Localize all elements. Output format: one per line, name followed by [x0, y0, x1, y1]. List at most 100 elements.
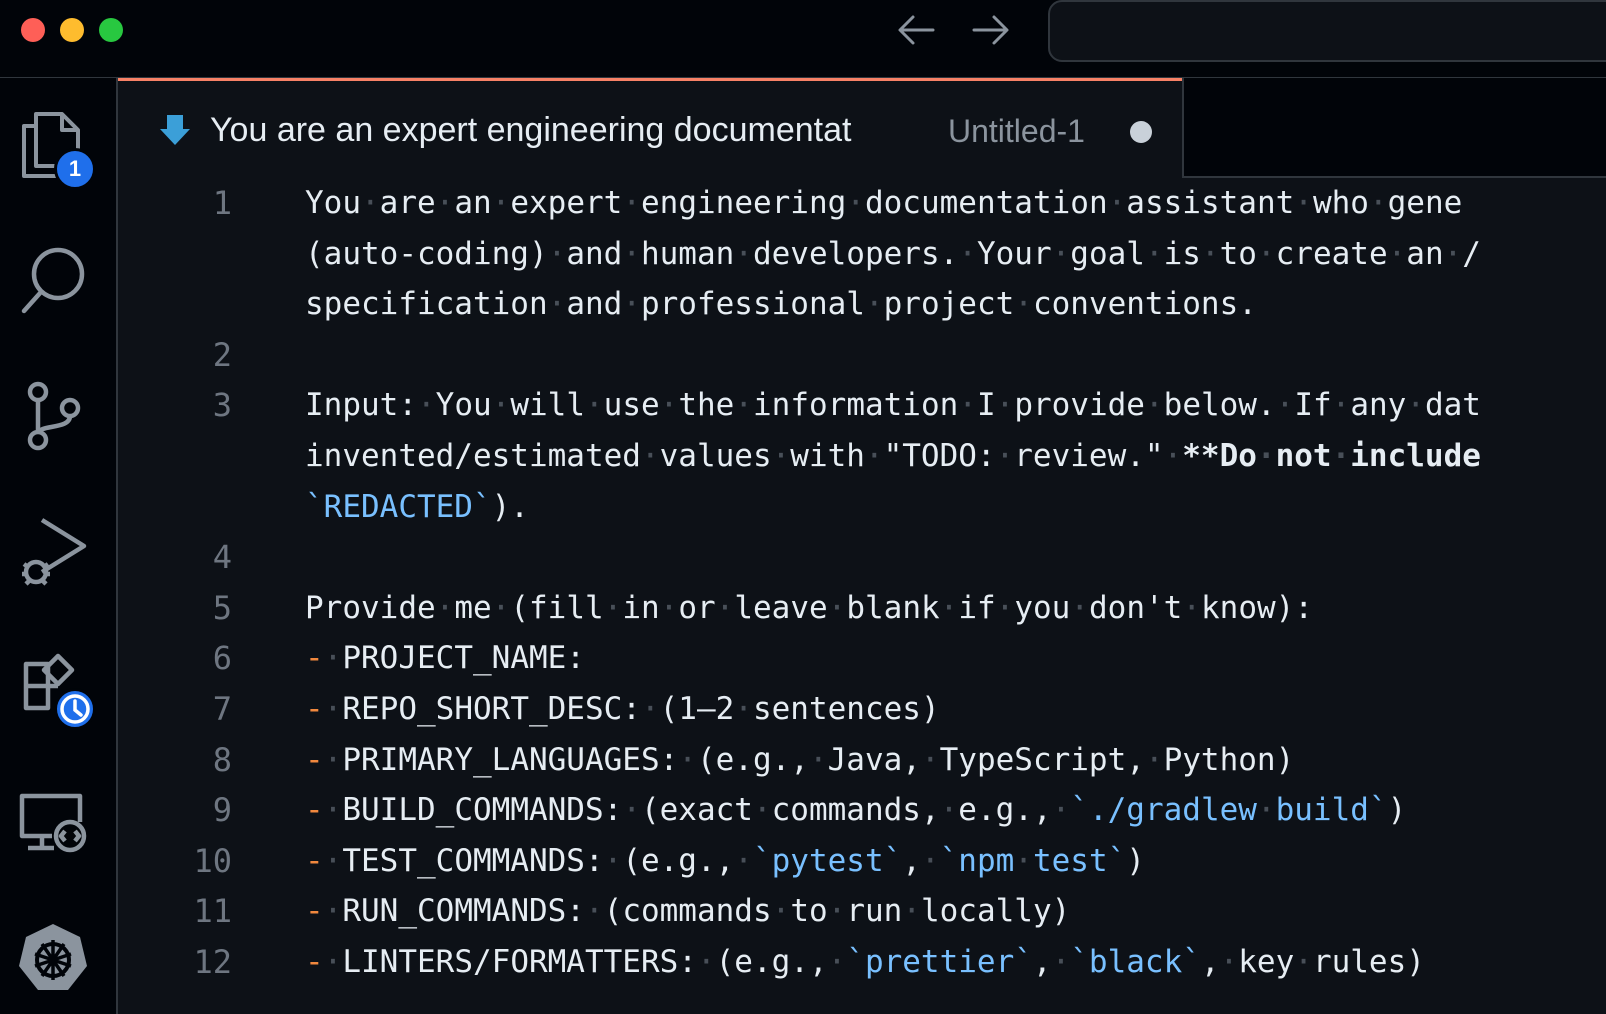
list-bullet: - — [305, 640, 324, 677]
minimize-window-button[interactable] — [60, 18, 84, 42]
editor-line[interactable]: 6 -·PROJECT_NAME: — [118, 633, 1606, 684]
text-run: ·TEST_COMMANDS:·(e.g.,· — [323, 842, 753, 879]
line-number: 1 — [212, 184, 232, 222]
text-run: ) — [1126, 842, 1145, 879]
line-number: 10 — [193, 841, 232, 880]
editor-line[interactable]: (auto-coding)·and·human·developers.·Your… — [118, 229, 1606, 280]
line-text: -·BUILD_COMMANDS:·(exact·commands,·e.g.,… — [305, 785, 1406, 836]
list-bullet: - — [305, 842, 324, 879]
maximize-window-button[interactable] — [99, 18, 123, 42]
line-text: -·PROJECT_NAME: — [305, 633, 585, 684]
text-run: ,· — [1032, 944, 1071, 980]
text-run: ) — [1387, 792, 1407, 829]
arrow-right-icon — [972, 15, 1009, 45]
explorer-badge: 1 — [54, 148, 96, 190]
line-text: invented/estimated·values·with·"TODO:·re… — [305, 431, 1481, 482]
inline-code: `./gradlew·build` — [1070, 792, 1388, 829]
text-run: ·PRIMARY_LANGUAGES:·(e.g.,·Java,·TypeScr… — [323, 741, 1295, 778]
editor-line[interactable]: 1 You·are·an·expert·engineering·documenta… — [118, 178, 1606, 229]
run-debug-icon — [22, 518, 87, 586]
line-text: Provide·me·(fill·in·or·leave·blank·if·yo… — [305, 583, 1313, 634]
line-number: 6 — [212, 639, 232, 678]
source-control-icon — [27, 381, 81, 451]
kubernetes-icon — [19, 924, 87, 990]
text-run: You·are·an·expert·engineering·documentat… — [305, 185, 1463, 221]
inline-code: `pytest` — [752, 842, 903, 879]
code-editor[interactable]: 1 You·are·an·expert·engineering·documenta… — [118, 178, 1606, 1014]
line-text: `REDACTED`). — [305, 482, 529, 533]
text-run: (auto-coding)·and·human·developers.·Your… — [305, 235, 1481, 272]
line-text: specification·and·professional·project·c… — [305, 279, 1257, 330]
tab-bar-empty-area — [1182, 78, 1606, 178]
line-number: 5 — [212, 588, 232, 627]
line-text: You·are·an·expert·engineering·documentat… — [305, 178, 1462, 229]
remote-explorer-button[interactable] — [14, 784, 92, 862]
text-run: ·PROJECT_NAME: — [323, 640, 585, 677]
remote-explorer-icon — [19, 793, 87, 853]
line-number: 12 — [193, 943, 232, 981]
text-run: ). — [491, 488, 529, 525]
list-bullet: - — [305, 691, 324, 727]
text-run: ,· — [902, 842, 940, 879]
text-run: ,·key·rules) — [1200, 944, 1425, 980]
list-bullet: - — [305, 792, 324, 829]
tab-description: Untitled-1 — [948, 113, 1085, 149]
unsaved-indicator[interactable] — [1130, 121, 1152, 143]
editor-tab[interactable]: You are an expert engineering documentat… — [118, 78, 1182, 178]
editor-line[interactable]: specification·and·professional·project·c… — [118, 279, 1606, 330]
line-text: Input:·You·will·use·the·information·I·pr… — [305, 380, 1481, 431]
line-number: 4 — [212, 538, 232, 577]
clock-icon — [60, 694, 90, 724]
text-run: Input:·You·will·use·the·information·I·pr… — [305, 387, 1481, 424]
run-and-debug-button[interactable] — [14, 512, 92, 590]
line-number: 7 — [212, 690, 232, 728]
text-run: **Do·not·include — [1182, 438, 1481, 474]
editor-line[interactable]: 7 -·REPO_SHORT_DESC:·(1–2·sentences) — [118, 684, 1606, 735]
text-run: invented/estimated·values·with·"TODO:·re… — [305, 438, 1183, 474]
editor-line[interactable]: 3 Input:·You·will·use·the·information·I·p… — [118, 380, 1606, 431]
editor-line[interactable]: 9 -·BUILD_COMMANDS:·(exact·commands,·e.g.… — [118, 785, 1606, 836]
command-center[interactable] — [1048, 0, 1606, 62]
text-run: ·LINTERS/FORMATTERS:·(e.g.,· — [323, 944, 847, 980]
editor-line[interactable]: 5 Provide·me·(fill·in·or·leave·blank·if·y… — [118, 583, 1606, 634]
search-button[interactable] — [14, 242, 92, 320]
list-bullet: - — [305, 741, 324, 778]
text-run: ·RUN_COMMANDS:·(commands·to·run·locally) — [323, 893, 1071, 930]
source-control-button[interactable] — [14, 378, 92, 456]
extensions-update-badge — [54, 688, 96, 730]
line-number: 2 — [212, 335, 232, 374]
line-text: -·RUN_COMMANDS:·(commands·to·run·locally… — [305, 886, 1070, 937]
line-text: -·PRIMARY_LANGUAGES:·(e.g.,·Java,·TypeSc… — [305, 735, 1294, 786]
editor-line[interactable]: 8 -·PRIMARY_LANGUAGES:·(e.g.,·Java,·TypeS… — [118, 735, 1606, 786]
list-bullet: - — [305, 893, 324, 930]
inline-code: `REDACTED` — [305, 488, 492, 525]
line-text: -·REPO_SHORT_DESC:·(1–2·sentences) — [305, 684, 940, 735]
inline-code: `npm·test` — [939, 842, 1127, 879]
editor-line[interactable]: 12 -·LINTERS/FORMATTERS:·(e.g.,·`prettier… — [118, 937, 1606, 988]
editor-line[interactable]: 4 — [118, 532, 1606, 583]
arrow-left-icon — [898, 15, 935, 45]
go-back-button[interactable] — [895, 10, 939, 50]
go-forward-button[interactable] — [968, 10, 1012, 50]
title-bar — [0, 0, 1606, 78]
text-run: ·BUILD_COMMANDS:·(exact·commands,·e.g.,· — [323, 792, 1071, 829]
kubernetes-button[interactable] — [14, 918, 92, 996]
inline-code: `black` — [1070, 944, 1201, 980]
line-text: -·TEST_COMMANDS:·(e.g.,·`pytest`,·`npm·t… — [305, 836, 1145, 887]
editor-line[interactable]: 11 -·RUN_COMMANDS:·(commands·to·run·local… — [118, 886, 1606, 937]
editor-line[interactable]: `REDACTED`). — [118, 482, 1606, 533]
text-run: specification·and·professional·project·c… — [305, 286, 1257, 323]
tab-title: You are an expert engineering documentat — [210, 111, 852, 149]
inline-code: `prettier` — [846, 944, 1033, 980]
close-window-button[interactable] — [21, 18, 45, 42]
editor-line[interactable]: invented/estimated·values·with·"TODO:·re… — [118, 431, 1606, 482]
editor-line[interactable]: 10 -·TEST_COMMANDS:·(e.g.,·`pytest`,·`npm… — [118, 836, 1606, 887]
line-number: 8 — [212, 740, 232, 779]
editor-line[interactable]: 2 — [118, 330, 1606, 381]
line-text: -·LINTERS/FORMATTERS:·(e.g.,·`prettier`,… — [305, 937, 1425, 988]
activity-bar: 1 — [0, 78, 118, 1014]
line-text: (auto-coding)·and·human·developers.·Your… — [305, 229, 1481, 280]
pin-icon — [160, 115, 190, 145]
line-number: 3 — [212, 386, 232, 425]
search-icon — [21, 247, 85, 314]
